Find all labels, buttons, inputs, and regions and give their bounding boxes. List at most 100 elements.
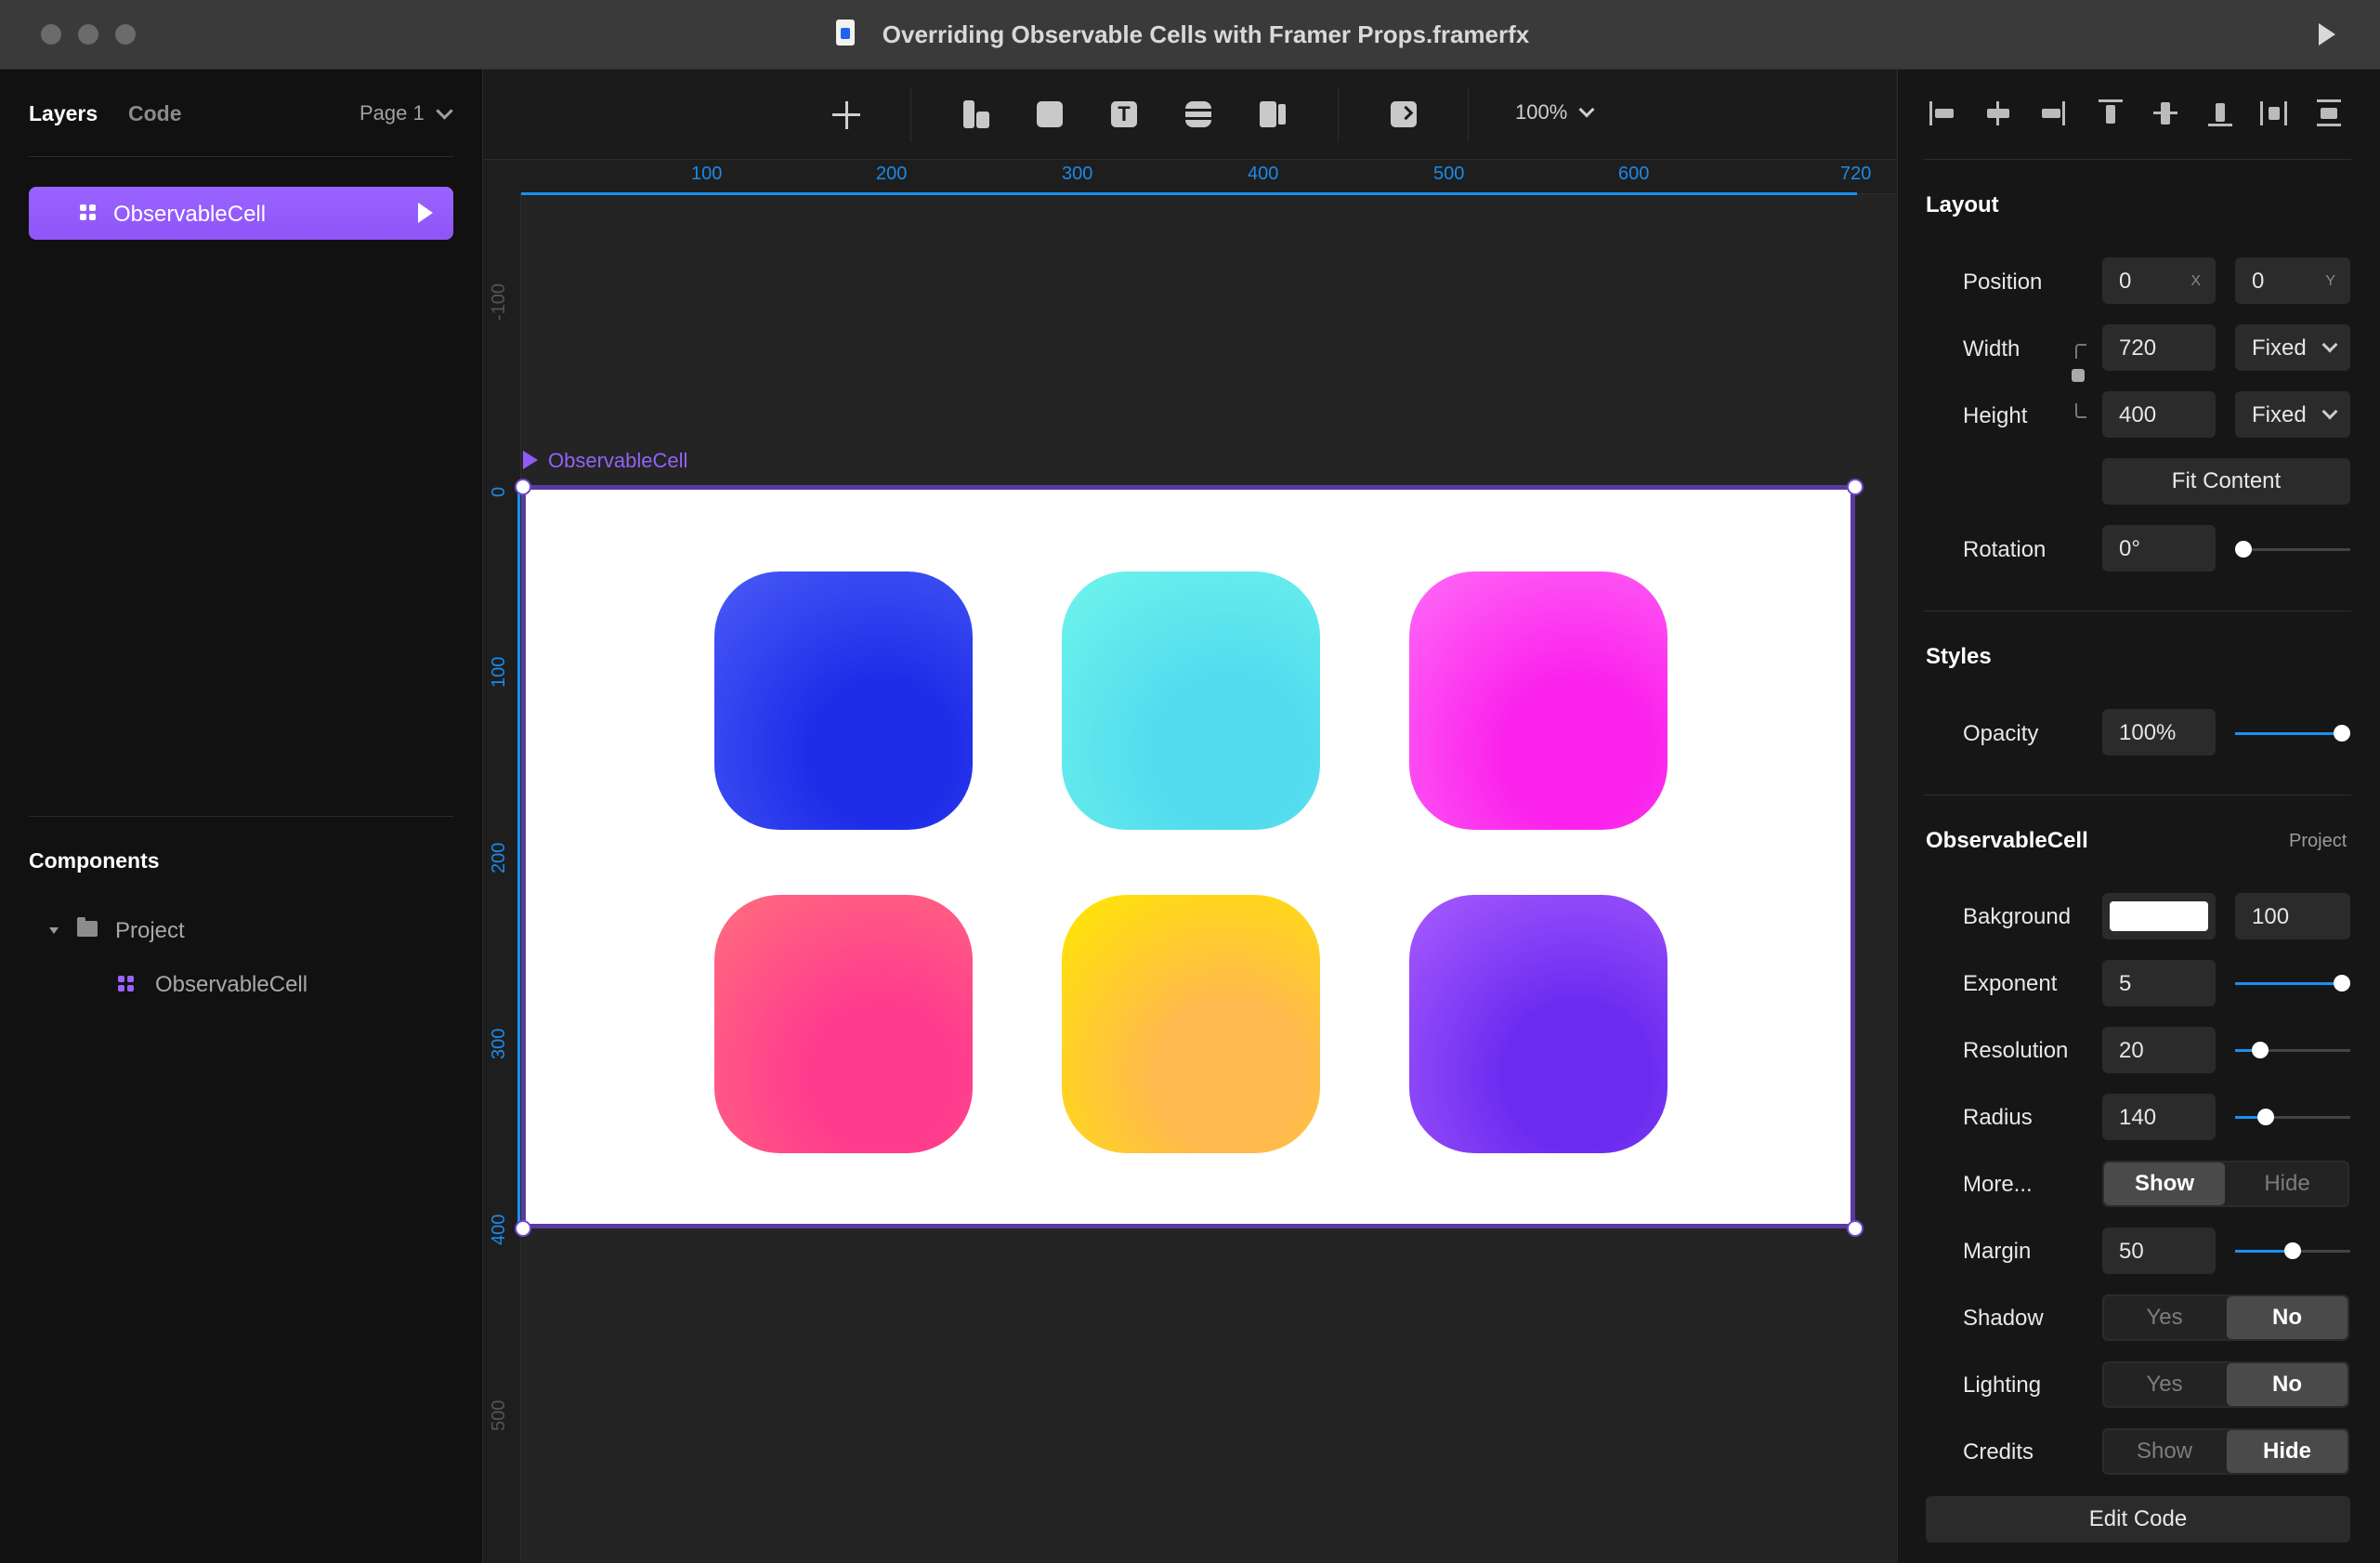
link-bracket-bottom	[2075, 403, 2086, 418]
divider	[29, 156, 453, 157]
play-icon[interactable]	[418, 203, 433, 223]
slider-knob[interactable]	[2284, 1242, 2301, 1259]
ruler-tick: 400	[489, 1214, 509, 1245]
tile-pink	[714, 895, 973, 1153]
disclosure-triangle-icon[interactable]	[49, 927, 59, 934]
exponent-slider[interactable]	[2235, 975, 2350, 992]
background-color-swatch	[2110, 901, 2208, 931]
ruler-tick: 500	[1433, 164, 1465, 184]
resize-handle-top-right[interactable]	[1847, 479, 1863, 495]
zoom-select[interactable]: 100%	[1515, 100, 1567, 125]
radius-slider[interactable]	[2235, 1109, 2350, 1125]
layer-item-observablecell[interactable]: ObservableCell	[29, 187, 453, 240]
frame-tool-icon[interactable]	[963, 100, 989, 128]
rectangle-tool-icon[interactable]	[1037, 101, 1063, 127]
toolbar: T 100%	[483, 70, 1896, 160]
credits-option-show[interactable]: Show	[2104, 1430, 2225, 1473]
margin-input[interactable]: 50	[2102, 1228, 2216, 1274]
component-item-observablecell[interactable]: ObservableCell	[155, 972, 307, 998]
aspect-lock-icon[interactable]	[2072, 369, 2085, 382]
height-mode-select[interactable]: Fixed	[2235, 391, 2350, 438]
opacity-input[interactable]: 100%	[2102, 709, 2216, 755]
align-center-horizontal-icon[interactable]	[1984, 99, 2012, 127]
chevron-down-icon[interactable]	[436, 102, 453, 120]
folder-icon	[77, 917, 98, 937]
rotation-input[interactable]: 0°	[2102, 525, 2216, 571]
shadow-segmented-control[interactable]: Yes No	[2102, 1294, 2349, 1341]
resolution-input[interactable]: 20	[2102, 1027, 2216, 1073]
position-x-input[interactable]: 0X	[2102, 257, 2216, 304]
shadow-option-yes[interactable]: Yes	[2104, 1296, 2225, 1339]
rotation-slider[interactable]	[2235, 541, 2350, 558]
ruler-tick: 300	[1062, 164, 1093, 184]
margin-slider[interactable]	[2235, 1242, 2350, 1259]
exponent-input[interactable]: 5	[2102, 960, 2216, 1006]
position-y-input[interactable]: 0Y	[2235, 257, 2350, 304]
preview-play-icon[interactable]	[2319, 23, 2335, 46]
shadow-option-no[interactable]: No	[2227, 1296, 2347, 1339]
components-title: Components	[29, 848, 160, 873]
more-segmented-control[interactable]: Show Hide	[2102, 1161, 2349, 1207]
margin-label: Margin	[1963, 1239, 2032, 1264]
ruler-tick: 300	[489, 1028, 509, 1059]
align-center-vertical-icon[interactable]	[2151, 99, 2179, 127]
ruler-selection-horizontal	[521, 192, 1857, 195]
divider	[1924, 159, 2351, 160]
credits-label: Credits	[1963, 1439, 2034, 1464]
fit-content-button[interactable]: Fit Content	[2102, 458, 2350, 505]
observablecell-frame[interactable]	[521, 485, 1855, 1228]
link-bracket-top	[2075, 344, 2086, 359]
more-option-show[interactable]: Show	[2104, 1162, 2225, 1205]
page-tool-icon[interactable]	[1260, 101, 1286, 127]
opacity-slider[interactable]	[2235, 725, 2350, 742]
divider	[29, 816, 453, 817]
distribute-horizontal-icon[interactable]	[2260, 99, 2288, 127]
frame-label[interactable]: ObservableCell	[548, 449, 687, 473]
components-folder-project[interactable]: Project	[115, 918, 185, 944]
align-top-icon[interactable]	[2097, 99, 2125, 127]
preview-icon[interactable]	[1391, 101, 1417, 127]
resize-handle-bottom-left[interactable]	[515, 1220, 531, 1237]
chevron-down-icon[interactable]	[1578, 101, 1595, 118]
align-bottom-icon[interactable]	[2206, 99, 2234, 127]
align-right-icon[interactable]	[2038, 99, 2066, 127]
radius-label: Radius	[1963, 1105, 2033, 1130]
edit-code-button[interactable]: Edit Code	[1926, 1496, 2350, 1543]
lighting-option-yes[interactable]: Yes	[2104, 1363, 2225, 1406]
background-color-picker[interactable]	[2102, 893, 2216, 939]
credits-segmented-control[interactable]: Show Hide	[2102, 1428, 2349, 1475]
resize-handle-top-left[interactable]	[515, 479, 531, 495]
text-tool-icon[interactable]: T	[1111, 101, 1137, 127]
radius-input[interactable]: 140	[2102, 1094, 2216, 1140]
slider-knob[interactable]	[2334, 975, 2350, 992]
lighting-option-no[interactable]: No	[2227, 1363, 2347, 1406]
stack-tool-icon[interactable]	[1185, 101, 1211, 127]
distribute-vertical-icon[interactable]	[2315, 99, 2343, 127]
resize-handle-bottom-right[interactable]	[1847, 1220, 1863, 1237]
width-mode-select[interactable]: Fixed	[2235, 324, 2350, 371]
align-left-icon[interactable]	[1929, 99, 1957, 127]
component-section-title: ObservableCell	[1926, 828, 2088, 853]
ruler-tick: 100	[691, 164, 723, 184]
layer-label: ObservableCell	[113, 202, 267, 227]
ruler-tick: 200	[876, 164, 908, 184]
slider-knob[interactable]	[2235, 541, 2252, 558]
tab-layers[interactable]: Layers	[29, 101, 98, 126]
background-alpha-input[interactable]: 100	[2235, 893, 2350, 939]
page-select[interactable]: Page 1	[360, 101, 425, 125]
tab-code[interactable]: Code	[128, 101, 182, 126]
slider-knob[interactable]	[2334, 725, 2350, 742]
add-icon-stem	[845, 101, 848, 129]
resolution-slider[interactable]	[2235, 1042, 2350, 1058]
left-panel: Layers Code Page 1 ObservableCell Compon…	[0, 70, 483, 1563]
lighting-segmented-control[interactable]: Yes No	[2102, 1361, 2349, 1408]
tile-magenta	[1409, 571, 1667, 830]
more-option-hide[interactable]: Hide	[2227, 1162, 2347, 1205]
exponent-label: Exponent	[1963, 971, 2058, 996]
lighting-label: Lighting	[1963, 1373, 2042, 1398]
frame-play-icon[interactable]	[523, 451, 538, 469]
credits-option-hide[interactable]: Hide	[2227, 1430, 2347, 1473]
width-input[interactable]: 720	[2102, 324, 2216, 371]
height-input[interactable]: 400	[2102, 391, 2216, 438]
ruler-tick: 400	[1248, 164, 1279, 184]
